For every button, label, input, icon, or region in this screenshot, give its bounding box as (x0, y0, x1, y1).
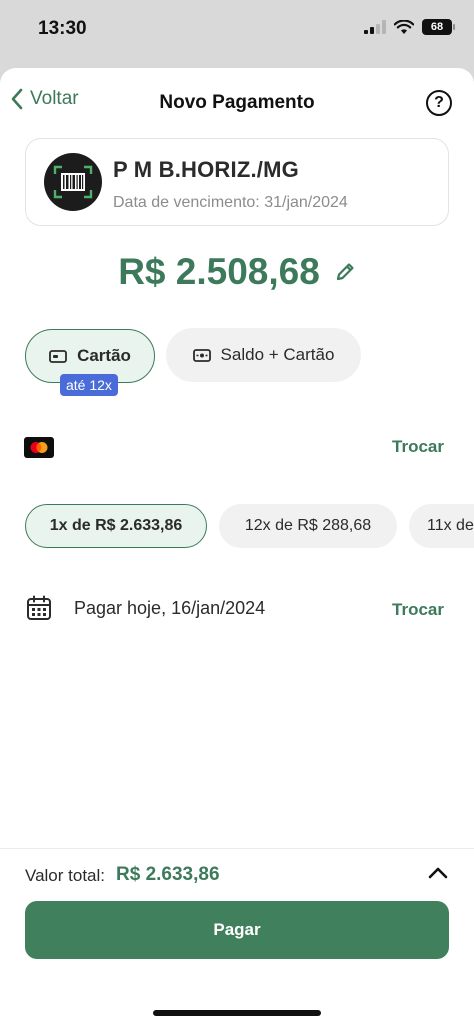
footer-divider (0, 848, 474, 849)
payment-sheet: Voltar Novo Pagamento ? P M B.HORIZ./MG (0, 68, 474, 1025)
swap-date-button[interactable]: Trocar (392, 600, 444, 620)
edit-pencil-icon[interactable] (334, 261, 356, 283)
signal-icon (364, 20, 386, 34)
wifi-icon (394, 19, 414, 34)
card-icon (49, 349, 67, 363)
battery-indicator: 68 (422, 19, 455, 35)
barcode-icon (44, 153, 102, 211)
status-bar: 13:30 68 (0, 0, 474, 62)
pay-button[interactable]: Pagar (25, 901, 449, 959)
installment-option[interactable]: 1x de R$ 2.633,86 (25, 504, 207, 548)
cash-icon (192, 348, 211, 362)
due-date: Data de vencimento: 31/jan/2024 (113, 194, 348, 211)
total-value: R$ 2.633,86 (116, 864, 220, 885)
swap-card-button[interactable]: Trocar (392, 437, 444, 457)
amount-row: R$ 2.508,68 (0, 251, 474, 293)
payee-card: P M B.HORIZ./MG Data de vencimento: 31/j… (25, 138, 449, 226)
help-icon[interactable]: ? (426, 90, 452, 116)
mastercard-icon (24, 437, 54, 458)
installment-option[interactable]: 12x de R$ 288,68 (219, 504, 397, 548)
chevron-up-icon[interactable] (428, 866, 448, 880)
home-indicator (153, 1010, 321, 1016)
payment-amount: R$ 2.508,68 (118, 251, 320, 292)
payee-name: P M B.HORIZ./MG (113, 157, 299, 182)
payment-date: Pagar hoje, 16/jan/2024 (74, 598, 266, 618)
total-label: Valor total: (25, 866, 106, 885)
calendar-icon (27, 595, 51, 620)
method-card-label: Cartão (77, 346, 131, 365)
nav-bar: Voltar Novo Pagamento ? (0, 68, 474, 140)
status-time: 13:30 (38, 18, 87, 39)
installments-badge: até 12x (60, 374, 118, 396)
method-balance-card-label: Saldo + Cartão (220, 345, 335, 364)
page-title: Novo Pagamento (159, 92, 315, 113)
method-balance-card-option[interactable]: Saldo + Cartão (166, 328, 361, 382)
installments-list: 1x de R$ 2.633,86 12x de R$ 288,68 11x d… (25, 504, 474, 550)
status-icons: 68 (364, 19, 455, 35)
installment-option[interactable]: 11x de (409, 504, 474, 548)
